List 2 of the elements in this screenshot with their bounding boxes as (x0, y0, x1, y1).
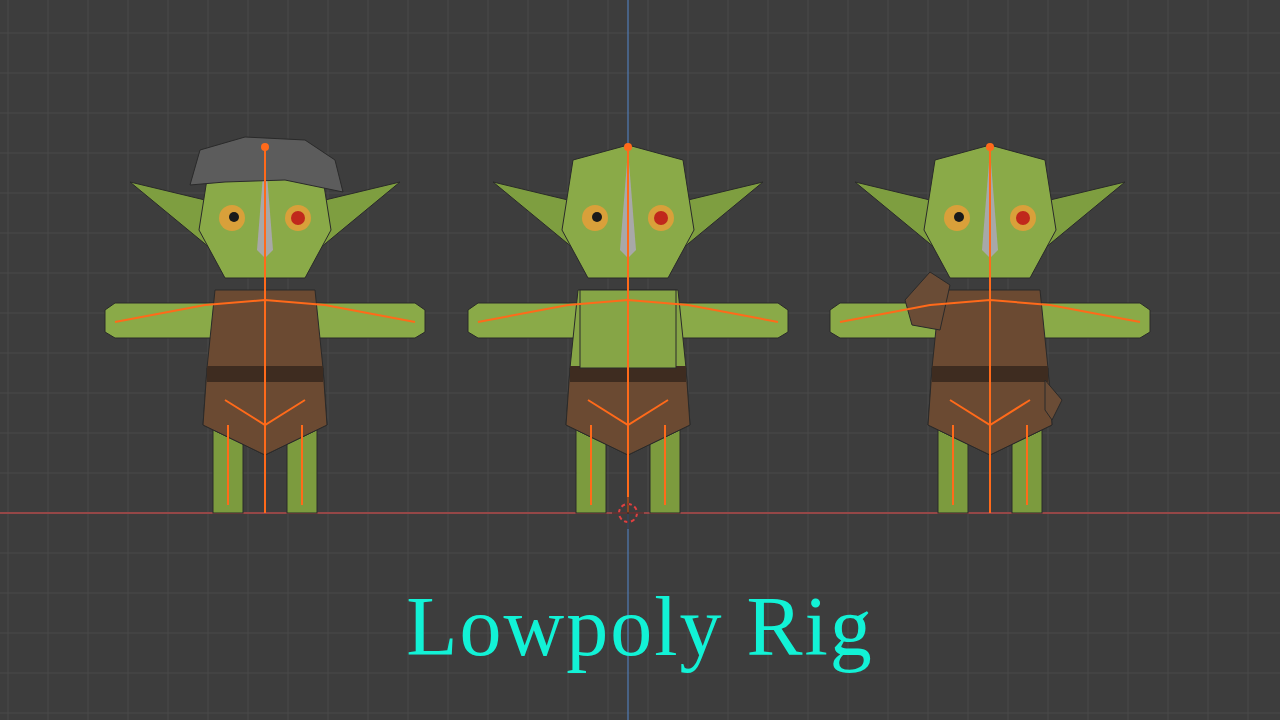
title-text: Lowpoly Rig (406, 580, 874, 673)
3d-cursor-icon[interactable] (611, 496, 645, 530)
